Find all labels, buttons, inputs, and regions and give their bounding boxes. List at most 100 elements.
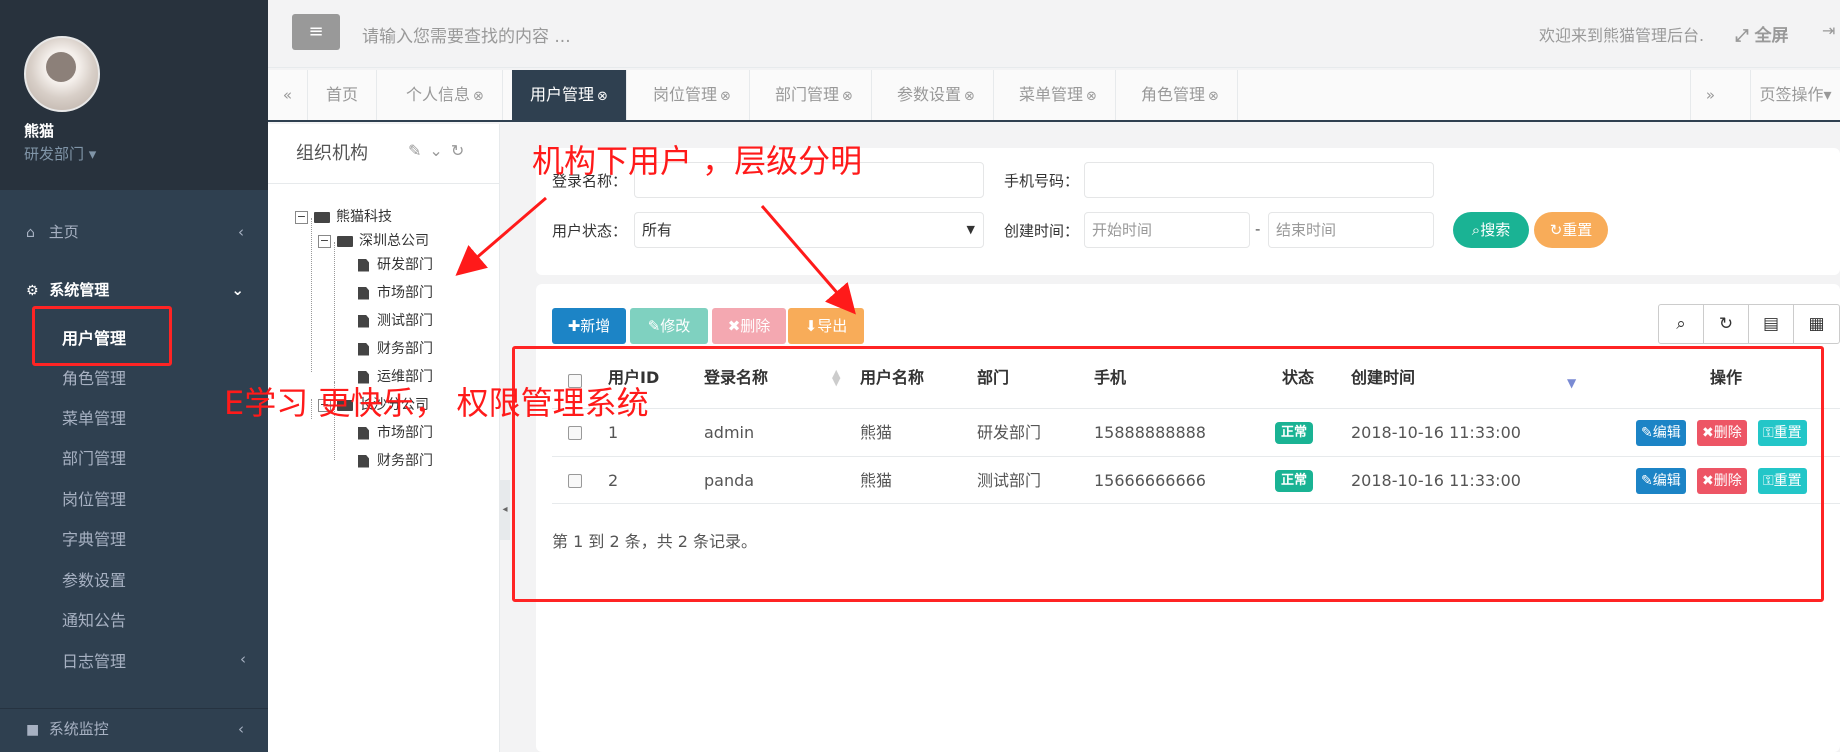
close-icon[interactable]: ⊗ [473,89,484,104]
reset-button[interactable]: ↻重置 [1534,212,1608,248]
tree-node-root[interactable]: − 熊猫科技 [295,206,392,228]
tree-node-rd[interactable]: 研发部门 [358,254,433,276]
created-time-label: 创建时间： [1004,222,1080,240]
close-icon[interactable]: ⊗ [720,89,731,104]
search-button[interactable]: ⌕搜索 [1453,212,1529,248]
edit-label: 修改 [660,317,691,335]
tab-label: 角色管理 [1141,85,1206,104]
user-name: 熊猫 [24,122,55,140]
close-icon[interactable]: ⊗ [597,89,608,104]
close-icon[interactable]: ⊗ [1208,89,1219,104]
annotation-top: 机构下用户 ，层级分明 [532,142,863,180]
nav-item-system[interactable]: ⚙ 系统管理 ⌄ [0,272,268,308]
video-camera-icon: ■ [26,722,40,738]
nav-item-monitor[interactable]: ■ 系统监控 ‹ [0,708,268,752]
end-time-input[interactable]: 结束时间 [1268,212,1434,248]
avatar[interactable] [24,36,100,112]
sub-item-log[interactable]: 日志管理 [62,648,126,676]
start-time-input[interactable]: 开始时间 [1084,212,1250,248]
tree-label: 熊猫科技 [336,209,392,225]
tabs-next-icon[interactable]: » [1690,70,1730,120]
range-dash: - [1255,220,1261,238]
menu-toggle-button[interactable]: ≡ [292,14,340,50]
tab-profile[interactable]: 个人信息 ⊗ [388,70,503,120]
profile-panel: 熊猫 研发部门 ▾ [0,0,268,190]
add-button[interactable]: ✚新增 [552,308,626,344]
tree-node-shenzhen[interactable]: − 深圳总公司 [318,230,429,252]
logout-icon[interactable]: ⇥ [1822,21,1835,40]
highlight-box-table [512,346,1824,602]
nav-item-home[interactable]: ⌂ 主页 ‹ [0,214,268,250]
tree-node-cs-finance[interactable]: 财务部门 [358,450,433,472]
collapse-icon[interactable]: − [318,234,331,248]
reset-button-label: 重置 [1562,221,1593,239]
export-button[interactable]: ⬇导出 [788,308,864,344]
refresh-icon[interactable]: ↻ [451,141,472,160]
status-select-value: 所有 [642,221,673,239]
tab-post-management[interactable]: 岗位管理 ⊗ [635,70,750,120]
top-bar: ≡ 请输入您需要查找的内容 ... 欢迎来到熊猫管理后台. ⤢ 全屏 ⇥ [268,0,1840,68]
tab-label: 首页 [326,85,359,104]
home-icon: ⌂ [26,225,35,241]
expand-icon: ⤢ [1735,26,1755,46]
tree-node-cs-market[interactable]: 市场部门 [358,422,433,444]
tree-label: 测试部门 [377,313,433,329]
close-icon[interactable]: ⊗ [842,89,853,104]
tree-node-finance[interactable]: 财务部门 [358,338,433,360]
sub-item-dept[interactable]: 部门管理 [62,445,126,473]
file-icon [358,426,369,440]
sub-item-dict[interactable]: 字典管理 [62,526,126,554]
sub-item-notice[interactable]: 通知公告 [62,607,126,635]
panel-collapse-handle[interactable]: ◂ [500,480,510,540]
chevron-left-icon: ‹ [240,650,246,668]
nav-label: 系统管理 [49,281,110,299]
folder-open-icon [337,235,353,247]
search-button-label: 搜索 [1480,221,1511,239]
tab-label: 岗位管理 [653,85,718,104]
status-select[interactable]: 所有 ▼ [634,212,984,248]
collapse-icon[interactable]: − [295,210,308,224]
tree-title: 组织机构 [296,143,368,164]
tree-node-market[interactable]: 市场部门 [358,282,433,304]
user-dept-dropdown[interactable]: 研发部门 ▾ [24,143,96,164]
global-search-input[interactable]: 请输入您需要查找的内容 ... [362,22,571,47]
edit-icon[interactable]: ✎ [408,141,429,160]
tab-config[interactable]: 参数设置 ⊗ [879,70,994,120]
export-label: 导出 [817,317,848,335]
tab-user-management[interactable]: 用户管理 ⊗ [512,70,627,120]
welcome-text: 欢迎来到熊猫管理后台. [1539,26,1705,45]
file-icon [358,342,369,356]
close-icon[interactable]: ⊗ [1086,89,1097,104]
status-label: 用户状态： [552,222,628,240]
folder-open-icon [314,211,330,223]
tab-home[interactable]: 首页 [308,70,378,120]
sub-item-menu[interactable]: 菜单管理 [62,405,126,433]
sub-item-config[interactable]: 参数设置 [62,567,126,595]
table-tools: ⌕ ↻ ▤ ▦ [1658,304,1840,344]
remove-icon: ✖ [727,317,741,335]
nav-label: 系统监控 [48,720,109,738]
phone-input[interactable] [1084,162,1434,198]
tab-menu-management[interactable]: 菜单管理 ⊗ [1001,70,1116,120]
sub-item-post[interactable]: 岗位管理 [62,486,126,514]
sub-item-role[interactable]: 角色管理 [62,365,126,393]
phone-label: 手机号码： [1004,172,1080,190]
grid-icon[interactable]: ▦ [1794,305,1839,343]
close-icon[interactable]: ⊗ [964,89,975,104]
tree-node-test[interactable]: 测试部门 [358,310,433,332]
delete-button[interactable]: ✖删除 [712,308,786,344]
edit-button[interactable]: ✎修改 [630,308,708,344]
fullscreen-button[interactable]: ⤢ 全屏 [1735,21,1789,46]
tree-label: 财务部门 [377,453,433,469]
tabs-prev-icon[interactable]: « [268,70,308,120]
chevron-down-icon[interactable]: ⌄ [429,141,450,160]
tab-dept-management[interactable]: 部门管理 ⊗ [757,70,872,120]
tab-role-management[interactable]: 角色管理 ⊗ [1123,70,1238,120]
tree-tools: ✎⌄↻ [408,141,472,160]
refresh-icon[interactable]: ↻ [1704,305,1749,343]
column-toggle-icon[interactable]: ▤ [1749,305,1794,343]
delete-label: 删除 [740,317,771,335]
search-icon[interactable]: ⌕ [1659,305,1704,343]
tab-operations-dropdown[interactable]: 页签操作▾ [1750,70,1840,120]
nav-label: 主页 [48,223,79,241]
